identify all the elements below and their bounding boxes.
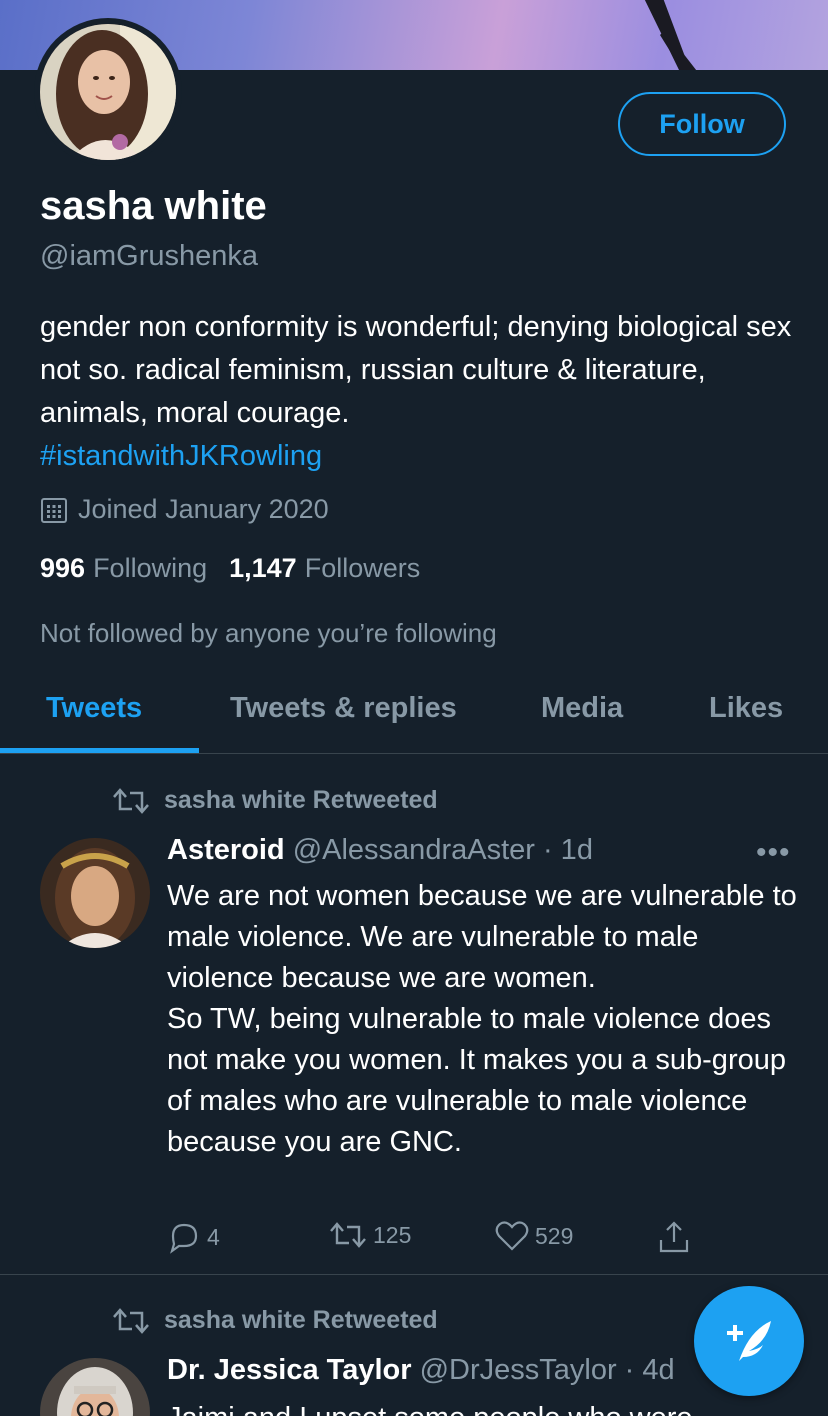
followers-count: 1,147 — [229, 553, 297, 583]
active-tab-indicator — [0, 748, 199, 753]
following-label: Following — [93, 553, 208, 583]
retweet-action[interactable]: 125 — [329, 1220, 411, 1250]
follow-stats: 996 Following 1,147 Followers — [40, 553, 420, 584]
tweet-author-name[interactable]: Dr. Jessica Taylor — [167, 1354, 412, 1386]
joined-text: Joined January 2020 — [78, 494, 329, 524]
tab-tweets[interactable]: Tweets — [46, 692, 142, 725]
not-followed-note: Not followed by anyone you’re following — [40, 618, 497, 648]
tweet-author-avatar[interactable] — [40, 1358, 150, 1416]
tweet-header: Asteroid @AlessandraAster · 1d — [167, 834, 593, 867]
tweet-divider — [0, 1274, 828, 1275]
calendar-icon — [41, 497, 67, 523]
profile-tabs: Tweets Tweets & replies Media Likes — [0, 680, 828, 754]
retweet-note-text: sasha white Retweeted — [164, 786, 438, 814]
bio-text: gender non conformity is wonderful; deny… — [40, 311, 792, 429]
retweet-count: 125 — [373, 1221, 412, 1248]
profile-avatar[interactable] — [40, 24, 176, 160]
followers-stat[interactable]: 1,147 Followers — [229, 553, 420, 584]
tab-tweets-and-replies[interactable]: Tweets & replies — [230, 692, 457, 725]
retweet-note-text: sasha white Retweeted — [164, 1306, 438, 1334]
compose-tweet-icon — [727, 1321, 771, 1361]
profile-handle: @iamGrushenka — [40, 240, 259, 272]
tab-media[interactable]: Media — [541, 692, 623, 725]
tweet-header: Dr. Jessica Taylor @DrJessTaylor · 4d — [167, 1354, 675, 1387]
bio-hashtag-link[interactable]: #istandwithJKRowling — [40, 435, 800, 478]
reply-count: 4 — [207, 1223, 220, 1250]
share-action[interactable] — [657, 1220, 697, 1254]
like-count: 529 — [535, 1222, 574, 1249]
tweet-actions: 4 125 529 — [167, 1220, 727, 1260]
retweet-note: sasha white Retweeted — [112, 786, 438, 815]
retweet-icon — [330, 1222, 366, 1248]
retweet-icon — [113, 787, 149, 814]
profile-bio: gender non conformity is wonderful; deny… — [40, 306, 800, 478]
follow-button[interactable]: Follow — [618, 92, 786, 156]
compose-tweet-button[interactable] — [694, 1286, 804, 1396]
palm-silhouette — [644, 0, 697, 70]
tweet-more-icon[interactable]: ••• — [756, 836, 791, 870]
retweet-icon — [113, 1307, 149, 1334]
retweet-note: sasha white Retweeted — [112, 1306, 438, 1335]
followers-label: Followers — [304, 553, 421, 583]
tweet-handle-time: @AlessandraAster · 1d — [292, 834, 593, 866]
profile-name: sasha white — [40, 184, 267, 228]
tweet-author-name[interactable]: Asteroid — [167, 834, 285, 866]
reply-action[interactable]: 4 — [167, 1220, 220, 1254]
tweet-text: Jaimi and I upset some people who were — [167, 1398, 797, 1416]
reply-icon — [170, 1223, 198, 1254]
share-icon — [659, 1221, 689, 1253]
tweet-author-avatar[interactable] — [40, 838, 150, 948]
tweet-handle-time: @DrJessTaylor · 4d — [419, 1354, 675, 1386]
tab-likes[interactable]: Likes — [709, 692, 783, 725]
tweet-text: We are not women because we are vulnerab… — [167, 880, 797, 1158]
heart-icon — [495, 1221, 529, 1251]
following-count: 996 — [40, 553, 86, 583]
like-action[interactable]: 529 — [495, 1220, 573, 1252]
profile-avatar-frame[interactable] — [34, 18, 182, 166]
joined-date: Joined January 2020 — [40, 494, 329, 525]
following-stat[interactable]: 996 Following — [40, 553, 207, 584]
